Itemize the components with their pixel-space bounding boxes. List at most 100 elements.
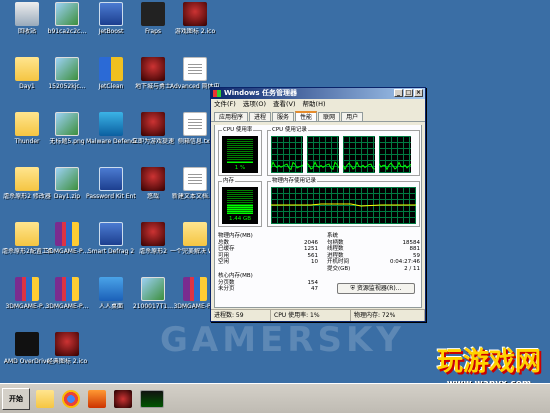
document-icon [183, 112, 207, 136]
fraps-icon [141, 2, 165, 26]
physical-memory-title: 物理内存(MB) [218, 233, 253, 239]
menu-help[interactable]: 帮助(H) [303, 99, 326, 109]
cpu-usage-meter: 1 % [222, 136, 258, 173]
document-icon [183, 167, 207, 191]
tab-strip: 应用程序 进程 服务 性能 联网 用户 [211, 111, 425, 122]
tab-processes[interactable]: 进程 [249, 112, 272, 121]
image-file-icon [55, 167, 79, 191]
system-stats: 系统 句柄数 18584 线程数 881 进程数 59 开机时间 0:04:27:46 … [327, 233, 420, 273]
memory-caption: 内存 [222, 178, 236, 185]
game-icon [141, 57, 165, 81]
media-player-icon[interactable] [88, 390, 106, 408]
stat-label: 开机时间 [327, 259, 350, 266]
memory-history-box: 物理内存使用记录 [267, 178, 420, 227]
image-file-icon [55, 57, 79, 81]
stat-value: 10 [311, 259, 318, 266]
desktop-icon[interactable]: 3DMGAME-P… [42, 222, 92, 255]
resource-monitor-button[interactable]: ⛨ 资源监视器(R)... [337, 283, 415, 294]
password-kit-icon [99, 167, 123, 191]
system-title: 系统 [327, 233, 339, 239]
stat-value: 2 / 11 [404, 265, 420, 272]
desktop-icon[interactable]: 3DMGAME-P… [42, 277, 92, 310]
task-manager-titlebar[interactable]: Windows 任务管理器 _ □ × [211, 88, 425, 99]
kernel-memory-title: 核心内存(MB) [218, 273, 253, 279]
desktop-icon[interactable]: 无标题5.png [42, 112, 92, 145]
memory-fill [227, 205, 253, 214]
stat-value: 59 [413, 252, 420, 259]
stat-value: 47 [311, 286, 318, 293]
stat-label: 线程数 [327, 246, 344, 253]
document-icon [183, 57, 207, 81]
tab-applications[interactable]: 应用程序 [214, 112, 249, 121]
stat-label: 提交(GB) [327, 265, 351, 272]
folder-icon [15, 222, 39, 246]
stat-value: 2046 [304, 239, 318, 246]
memory-box: 内存 1.44 GB [218, 178, 262, 227]
image-file-icon [55, 112, 79, 136]
menu-file[interactable]: 文件(F) [214, 99, 236, 109]
chrome-icon[interactable] [62, 390, 80, 408]
game-icon [141, 222, 165, 246]
menu-view[interactable]: 查看(V) [273, 99, 296, 109]
jetboost-icon [99, 2, 123, 26]
start-button[interactable]: 开始 [2, 388, 30, 410]
malware-defender-icon [99, 112, 123, 136]
memory-meter: 1.44 GB [222, 187, 258, 224]
game-icon[interactable] [114, 390, 132, 408]
cpu-usage-box: CPU 使用率 1 % [218, 127, 262, 176]
task-manager-icon [213, 90, 221, 97]
game-icon [141, 112, 165, 136]
stat-value: 1251 [304, 246, 318, 253]
desktop-icon[interactable]: 152052kjc… [42, 57, 92, 90]
maximize-button[interactable]: □ [404, 89, 413, 97]
tab-networking[interactable]: 联网 [318, 112, 341, 121]
desktop-icon-label: 游戏图标 2.ico [174, 28, 216, 35]
stat-value: 154 [307, 279, 319, 286]
recycle-bin-icon [15, 2, 39, 26]
cpu-history-box: CPU 使用记录 [267, 127, 420, 176]
folder-icon[interactable] [36, 390, 54, 408]
physical-memory-stats: 物理内存(MB) 总数 2046 已缓存 1251 可用 561 空闲 10 [218, 233, 318, 266]
folder-icon [15, 57, 39, 81]
desktop-icon-label: 152052kjc… [48, 83, 86, 90]
minimize-button[interactable]: _ [394, 89, 403, 97]
memory-history-graph [271, 187, 416, 224]
cpu-history-line [379, 161, 411, 171]
stat-label: 未分页 [218, 286, 235, 293]
cpu-history-line [343, 160, 375, 171]
tab-users[interactable]: 用户 [341, 112, 364, 121]
archive-icon [183, 277, 207, 301]
desktop-icon[interactable]: Day1.zip [42, 167, 92, 200]
menu-options[interactable]: 选项(O) [243, 99, 266, 109]
image-file-icon [141, 277, 165, 301]
performance-panel: CPU 使用率 1 % CPU 使用记录 内存 1.44 GB 物理内存使用记录… [214, 125, 422, 308]
start-label: 开始 [9, 395, 23, 403]
game-icon [55, 332, 79, 356]
taskmgr-icon[interactable] [140, 390, 164, 408]
desktop-icon-label: 经典图标 2.ico [46, 358, 88, 365]
cpu-history-caption: CPU 使用记录 [271, 127, 308, 134]
desktop-icon[interactable]: Advanced 简体中文… [170, 57, 220, 90]
close-button[interactable]: × [414, 89, 423, 97]
cpu-history-line [271, 160, 303, 171]
desktop-icon[interactable]: b91ca2c2c… [42, 2, 92, 35]
desktop-icon-label: 3DMGAME-P… [45, 248, 89, 255]
cpu-history-graph-core-1 [271, 136, 303, 173]
task-manager-window[interactable]: Windows 任务管理器 _ □ × 文件(F) 选项(O) 查看(V) 帮助… [210, 87, 426, 322]
jetclean-icon [99, 57, 123, 81]
desktop-icon[interactable]: 游戏图标 2.ico [170, 2, 220, 35]
renren-icon [99, 277, 123, 301]
resource-monitor-label: 资源监视器(R)... [356, 285, 402, 292]
desktop-icon[interactable]: 经典图标 2.ico [42, 332, 92, 365]
stat-label: 空闲 [218, 259, 230, 266]
taskbar: 开始 [0, 383, 550, 413]
tab-performance[interactable]: 性能 [295, 111, 318, 121]
desktop-icon-label: 无标题5.png [49, 138, 85, 145]
cpu-usage-caption: CPU 使用率 [222, 127, 254, 134]
desktop-icon-label: b91ca2c2c… [47, 28, 87, 35]
tab-services[interactable]: 服务 [272, 112, 295, 121]
cpu-history-graph-core-2 [307, 136, 339, 173]
image-file-icon [55, 2, 79, 26]
desktop-icon-label: 3DMGAME-P… [45, 303, 89, 310]
archive-icon [55, 222, 79, 246]
